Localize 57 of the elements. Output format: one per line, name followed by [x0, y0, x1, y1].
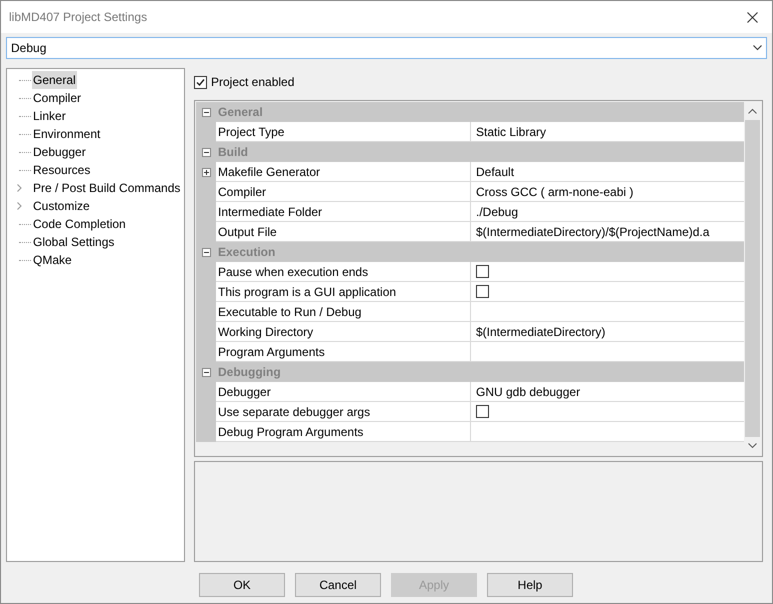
property-value[interactable]: Default: [476, 162, 514, 180]
tree-item[interactable]: QMake: [32, 251, 73, 269]
property-name: Makefile Generator: [218, 164, 320, 180]
property-name: Use separate debugger args: [218, 404, 370, 420]
dialog-button[interactable]: OK: [199, 573, 285, 597]
tree-item[interactable]: Resources: [32, 161, 92, 179]
category-label: General: [217, 104, 263, 121]
tree-item[interactable]: General: [32, 71, 77, 89]
property-name: This program is a GUI application: [218, 284, 396, 300]
property-checkbox[interactable]: [476, 285, 489, 298]
expand-icon[interactable]: [202, 168, 210, 176]
chevron-right-icon[interactable]: [17, 184, 22, 192]
property-value[interactable]: $(IntermediateDirectory)/$(ProjectName)d.a: [476, 222, 710, 240]
property-checkbox[interactable]: [476, 265, 489, 278]
property-value[interactable]: GNU gdb debugger: [476, 382, 580, 400]
dialog-button[interactable]: Cancel: [295, 573, 381, 597]
property-name: Project Type: [218, 124, 284, 140]
property-name: Pause when execution ends: [218, 264, 368, 280]
property-name: Working Directory: [218, 324, 314, 340]
property-name: Program Arguments: [218, 344, 325, 360]
tree-item[interactable]: Global Settings: [32, 233, 116, 251]
window-title: libMD407 Project Settings: [9, 9, 148, 26]
chevron-down-icon: [753, 45, 762, 51]
property-value[interactable]: ./Debug: [476, 202, 518, 220]
tree-item[interactable]: Debugger: [32, 143, 87, 161]
property-value[interactable]: $(IntermediateDirectory): [476, 322, 606, 340]
tree-item[interactable]: Environment: [32, 125, 102, 143]
property-value[interactable]: Cross GCC ( arm-none-eabi ): [476, 182, 634, 200]
property-name: Debugger: [218, 384, 271, 400]
chevron-up-icon[interactable]: [748, 108, 757, 114]
checkbox-label: Project enabled: [211, 74, 294, 91]
scrollbar-thumb[interactable]: [745, 120, 760, 438]
property-checkbox[interactable]: [476, 405, 489, 418]
property-name: Executable to Run / Debug: [218, 304, 362, 320]
collapse-icon[interactable]: [202, 368, 210, 376]
tree-item[interactable]: Customize: [32, 197, 91, 215]
dialog-button[interactable]: Help: [487, 573, 573, 597]
category-label: Execution: [217, 244, 276, 261]
configuration-dropdown[interactable]: Debug: [6, 37, 767, 59]
property-value[interactable]: Static Library: [476, 122, 546, 140]
tree-item[interactable]: Compiler: [32, 89, 82, 107]
property-name: Intermediate Folder: [218, 204, 322, 220]
collapse-icon[interactable]: [202, 148, 210, 156]
collapse-icon[interactable]: [202, 108, 210, 116]
chevron-down-icon[interactable]: [748, 443, 757, 450]
property-name: Debug Program Arguments: [218, 424, 364, 440]
tree-item[interactable]: Code Completion: [32, 215, 127, 233]
category-label: Build: [217, 144, 248, 161]
category-label: Debugging: [217, 364, 281, 381]
chevron-right-icon[interactable]: [17, 202, 22, 210]
property-name: Compiler: [218, 184, 266, 200]
close-icon[interactable]: [747, 12, 758, 22]
property-name: Output File: [218, 224, 277, 240]
collapse-icon[interactable]: [202, 248, 210, 256]
project-enabled-checkbox[interactable]: [194, 76, 207, 88]
tree-item[interactable]: Pre / Post Build Commands: [32, 179, 182, 197]
tree-item[interactable]: Linker: [32, 107, 67, 125]
